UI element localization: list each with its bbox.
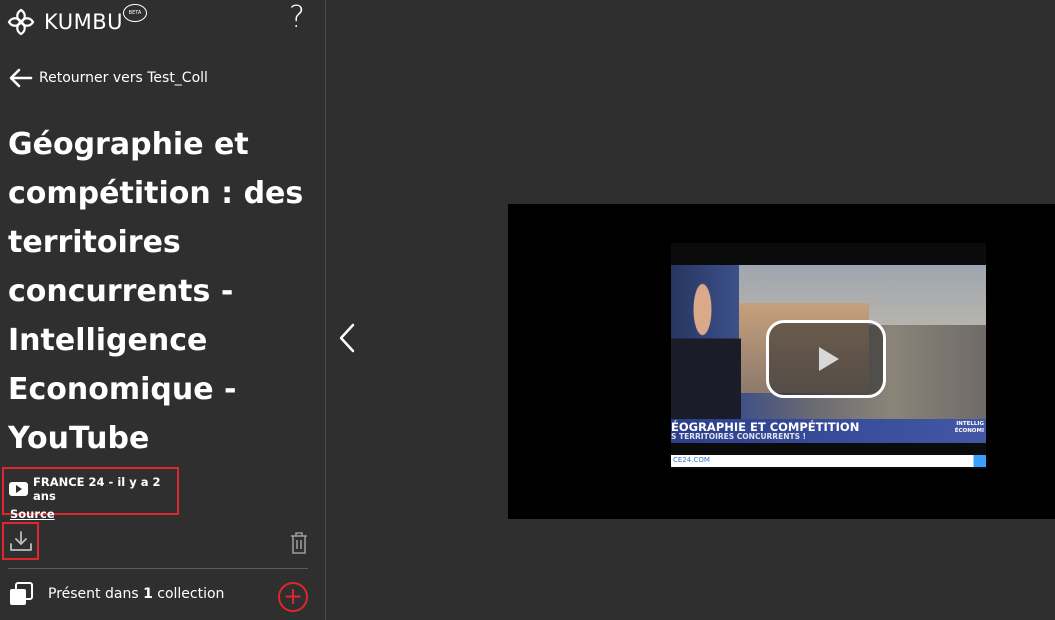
download-icon <box>9 531 32 551</box>
collapse-sidebar-button[interactable] <box>334 318 360 358</box>
thumbnail-presenter <box>671 273 741 419</box>
source-info: FRANCE 24 - il y a 2 ans Source <box>2 467 179 521</box>
kumbu-flower-icon <box>7 8 35 36</box>
source-meta: FRANCE 24 - il y a 2 ans <box>33 475 161 503</box>
kumbu-logo[interactable]: KUMBU BETA <box>6 4 147 40</box>
collections-prefix: Présent dans <box>48 586 144 602</box>
play-icon[interactable] <box>766 320 886 398</box>
banner-sub-text: S TERRITOIRES CONCURRENTS ! <box>671 432 807 441</box>
chevron-left-icon <box>339 323 355 353</box>
logo-text: KUMBU <box>44 10 123 34</box>
ticker-text: CE24.COM <box>673 456 710 464</box>
arrow-left-icon <box>9 68 33 88</box>
sidebar: KUMBU BETA ? Retourner vers Test_Coll Gé… <box>0 0 326 620</box>
divider <box>8 568 308 569</box>
collections-count: 1 <box>143 586 153 602</box>
banner-right-line-1: INTELLIG <box>956 421 984 427</box>
banner-right-line-2: ÉCONOMI <box>954 428 984 434</box>
download-button[interactable] <box>2 522 39 560</box>
add-to-collection-button[interactable]: + <box>278 582 308 612</box>
source-link[interactable]: Source <box>10 507 177 521</box>
youtube-icon <box>9 482 28 496</box>
beta-badge: BETA <box>123 4 147 22</box>
trash-icon <box>291 532 307 554</box>
delete-button[interactable] <box>288 530 310 556</box>
collections-text: Présent dans 1 collection <box>48 586 224 602</box>
back-label: Retourner vers Test_Coll <box>39 70 208 86</box>
help-button[interactable]: ? <box>285 0 309 36</box>
item-title: Géographie et compétition : des territoi… <box>8 127 304 456</box>
stacked-squares-icon <box>10 582 33 605</box>
banner-right-text: INTELLIG ÉCONOMI <box>955 421 984 435</box>
collections-suffix: collection <box>152 586 225 602</box>
thumbnail-banner: ÉOGRAPHIE ET COMPÉTITION S TERRITOIRES C… <box>671 419 986 443</box>
source-meta-line: FRANCE 24 - il y a 2 ans <box>9 475 177 503</box>
back-link[interactable]: Retourner vers Test_Coll <box>8 66 208 90</box>
app-window: KUMBU BETA ? Retourner vers Test_Coll Gé… <box>0 0 1055 620</box>
thumbnail-ticker: CE24.COM <box>671 455 986 467</box>
collections-row: Présent dans 1 collection + <box>8 580 308 612</box>
video-player[interactable]: ÉOGRAPHIE ET COMPÉTITION S TERRITOIRES C… <box>508 204 1055 519</box>
